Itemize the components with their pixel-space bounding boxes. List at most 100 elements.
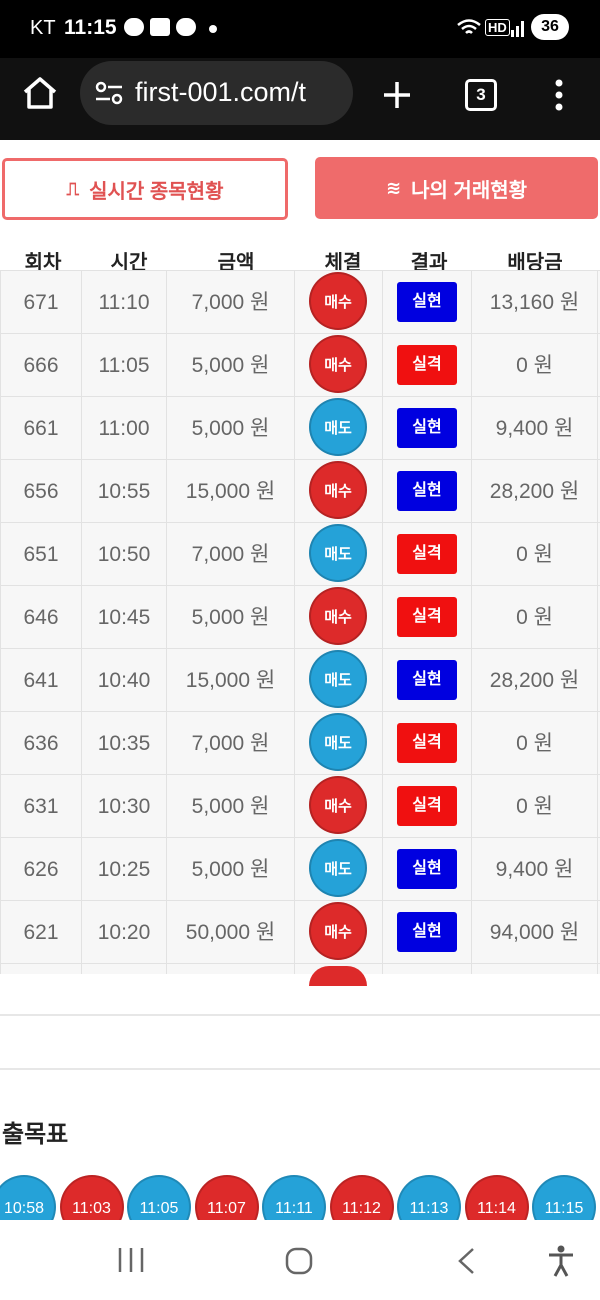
table-row[interactable]: 636 10:35 7,000 원 매도 실격 0 원 xyxy=(0,711,600,775)
trade-cell: 매도 xyxy=(295,397,383,460)
payout-cell: 94,000 원 xyxy=(472,901,598,964)
partial-trade-circle xyxy=(309,966,367,986)
home-icon[interactable] xyxy=(22,76,58,110)
payout-cell: 28,200 원 xyxy=(472,649,598,712)
trade-badge: 매도 xyxy=(309,524,367,582)
amount-cell: 15,000 원 xyxy=(167,649,295,712)
table-row[interactable]: 666 11:05 5,000 원 매수 실격 0 원 xyxy=(0,333,600,397)
browser-toolbar: first-001.com/t 3 xyxy=(0,58,600,140)
pulse-icon: ⎍ xyxy=(66,178,80,199)
talk-icon xyxy=(176,18,196,36)
chip-strip[interactable]: 10:58 11:03 11:05 11:07 11:11 11:12 11:13 11:14… xyxy=(0,1175,600,1225)
table-row[interactable]: 631 10:30 5,000 원 매수 실격 0 원 xyxy=(0,774,600,838)
table-row[interactable]: 621 10:20 50,000 원 매수 실현 94,000 원 xyxy=(0,900,600,964)
address-bar[interactable]: first-001.com/t xyxy=(80,61,353,125)
time-cell: 11:05 xyxy=(82,334,167,397)
history-chip[interactable]: 11:15 xyxy=(532,1175,596,1225)
trade-cell: 매수 xyxy=(295,460,383,523)
table-row[interactable]: 626 10:25 5,000 원 매도 실현 9,400 원 xyxy=(0,837,600,901)
signal-icon xyxy=(511,21,524,37)
history-chip[interactable]: 11:05 xyxy=(127,1175,191,1225)
amount-cell: 7,000 원 xyxy=(167,712,295,775)
result-badge: 실현 xyxy=(397,282,457,322)
live-status-button[interactable]: ⎍ 실시간 종목현황 xyxy=(2,158,288,220)
chat-bubble-icon xyxy=(124,18,144,36)
payout-cell: 0 원 xyxy=(472,523,598,586)
trade-cell: 매도 xyxy=(295,649,383,712)
site-settings-icon[interactable] xyxy=(94,81,124,105)
result-cell: 실현 xyxy=(383,838,472,901)
table-row xyxy=(0,963,600,974)
amount-cell: 5,000 원 xyxy=(167,838,295,901)
navigation-bar xyxy=(0,1220,600,1300)
history-chip[interactable]: 11:12 xyxy=(329,1175,394,1225)
amount-cell: 5,000 원 xyxy=(167,334,295,397)
history-chip[interactable]: 11:13 xyxy=(397,1175,461,1225)
trade-cell: 매수 xyxy=(295,586,383,649)
round-cell: 631 xyxy=(0,775,82,838)
amount-cell: 5,000 원 xyxy=(167,586,295,649)
trade-badge: 매수 xyxy=(309,461,367,519)
trade-table[interactable]: 671 11:10 7,000 원 매수 실현 13,160 원 666 11:05 5,000… xyxy=(0,270,600,974)
time-cell: 11:00 xyxy=(82,397,167,460)
amount-cell: 7,000 원 xyxy=(167,271,295,334)
payout-cell: 0 원 xyxy=(472,712,598,775)
history-chip[interactable]: 11:03 xyxy=(59,1175,124,1225)
battery-indicator: 36 xyxy=(531,14,569,40)
round-cell: 646 xyxy=(0,586,82,649)
result-badge: 실격 xyxy=(397,534,457,574)
result-badge: 실현 xyxy=(397,471,457,511)
payout-cell: 9,400 원 xyxy=(472,838,598,901)
trade-badge: 매도 xyxy=(309,713,367,771)
carrier-label: KT xyxy=(30,17,56,39)
payout-cell: 0 원 xyxy=(472,334,598,397)
tab-switcher-icon[interactable]: 3 xyxy=(465,79,497,111)
trade-badge: 매수 xyxy=(309,902,367,960)
trade-badge: 매수 xyxy=(309,335,367,393)
trade-badge: 매도 xyxy=(309,398,367,456)
wifi-icon xyxy=(457,19,481,34)
amount-cell: 7,000 원 xyxy=(167,523,295,586)
waves-icon: ≋ xyxy=(385,177,402,198)
history-chip[interactable]: 10:58 xyxy=(0,1175,56,1225)
section-title: 출목표 xyxy=(2,1121,69,1148)
recent-apps-icon[interactable] xyxy=(116,1246,146,1274)
table-row[interactable]: 641 10:40 15,000 원 매도 실현 28,200 원 xyxy=(0,648,600,712)
table-row[interactable]: 651 10:50 7,000 원 매도 실격 0 원 xyxy=(0,522,600,586)
round-cell: 641 xyxy=(0,649,82,712)
live-status-label: 실시간 종목현황 xyxy=(89,180,224,203)
my-trades-button[interactable]: ≋ 나의 거래현황 xyxy=(315,157,598,219)
round-cell: 671 xyxy=(0,271,82,334)
amount-cell: 5,000 원 xyxy=(167,775,295,838)
amount-cell: 15,000 원 xyxy=(167,460,295,523)
history-chip[interactable]: 11:11 xyxy=(262,1175,326,1225)
divider xyxy=(0,1068,600,1070)
history-chip[interactable]: 11:14 xyxy=(464,1175,529,1225)
table-row[interactable]: 671 11:10 7,000 원 매수 실현 13,160 원 xyxy=(0,270,600,334)
time-cell: 10:20 xyxy=(82,901,167,964)
trade-badge: 매도 xyxy=(309,839,367,897)
more-notifications-dot xyxy=(209,25,217,33)
result-badge: 실격 xyxy=(397,786,457,826)
history-chip[interactable]: 11:07 xyxy=(194,1175,259,1225)
new-tab-plus-icon[interactable] xyxy=(382,80,412,110)
result-cell: 실격 xyxy=(383,712,472,775)
round-cell: 636 xyxy=(0,712,82,775)
back-icon[interactable] xyxy=(455,1246,477,1276)
round-cell: 666 xyxy=(0,334,82,397)
result-badge: 실현 xyxy=(397,408,457,448)
table-row[interactable]: 646 10:45 5,000 원 매수 실격 0 원 xyxy=(0,585,600,649)
table-row[interactable]: 656 10:55 15,000 원 매수 실현 28,200 원 xyxy=(0,459,600,523)
trade-cell: 매도 xyxy=(295,838,383,901)
my-trades-label: 나의 거래현황 xyxy=(411,179,528,202)
payout-cell: 28,200 원 xyxy=(472,460,598,523)
home-circle-icon[interactable] xyxy=(284,1246,314,1276)
round-cell: 661 xyxy=(0,397,82,460)
overflow-menu-icon[interactable] xyxy=(553,78,565,112)
table-row[interactable]: 661 11:00 5,000 원 매도 실현 9,400 원 xyxy=(0,396,600,460)
result-badge: 실격 xyxy=(397,723,457,763)
accessibility-icon[interactable] xyxy=(546,1244,576,1278)
trade-badge: 매수 xyxy=(309,776,367,834)
payout-cell: 0 원 xyxy=(472,586,598,649)
result-cell: 실현 xyxy=(383,460,472,523)
